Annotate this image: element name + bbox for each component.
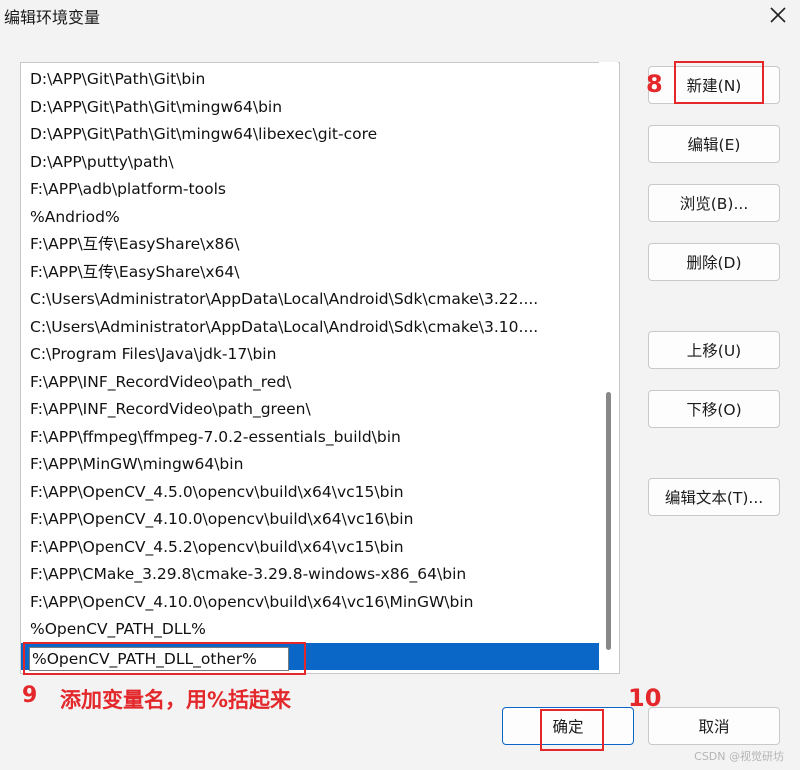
- list-item[interactable]: F:\APP\MinGW\mingw64\bin: [21, 451, 599, 478]
- close-icon[interactable]: [766, 3, 790, 27]
- window-title: 编辑环境变量: [4, 8, 101, 27]
- annotation-box-edit: [23, 642, 306, 675]
- annotation-box-new: [674, 61, 764, 104]
- edit-text-button[interactable]: 编辑文本(T)...: [648, 478, 780, 516]
- list-item[interactable]: C:\Users\Administrator\AppData\Local\And…: [21, 314, 599, 341]
- list-item[interactable]: F:\APP\互传\EasyShare\x64\: [21, 259, 599, 286]
- list-item[interactable]: F:\APP\ffmpeg\ffmpeg-7.0.2-essentials_bu…: [21, 424, 599, 451]
- scrollbar-thumb[interactable]: [606, 392, 611, 650]
- delete-button[interactable]: 删除(D): [648, 243, 780, 281]
- cancel-button[interactable]: 取消: [648, 707, 780, 745]
- list-item[interactable]: F:\APP\INF_RecordVideo\path_red\: [21, 369, 599, 396]
- list-item[interactable]: F:\APP\OpenCV_4.5.0\opencv\build\x64\vc1…: [21, 479, 599, 506]
- path-listbox[interactable]: D:\APP\Git\Path\Git\bin D:\APP\Git\Path\G…: [20, 62, 620, 674]
- list-item[interactable]: %Andriod%: [21, 204, 599, 231]
- browse-button[interactable]: 浏览(B)...: [648, 184, 780, 222]
- list-item[interactable]: F:\APP\互传\EasyShare\x86\: [21, 231, 599, 258]
- list-item[interactable]: F:\APP\OpenCV_4.5.2\opencv\build\x64\vc1…: [21, 534, 599, 561]
- title-bar: 编辑环境变量: [0, 0, 800, 34]
- move-down-button[interactable]: 下移(O): [648, 390, 780, 428]
- annotation-box-ok: [540, 709, 604, 751]
- annotation-step-9-text: 添加变量名，用%括起来: [60, 688, 292, 712]
- list-item[interactable]: F:\APP\CMake_3.29.8\cmake-3.29.8-windows…: [21, 561, 599, 588]
- list-item[interactable]: F:\APP\INF_RecordVideo\path_green\: [21, 396, 599, 423]
- list-item[interactable]: C:\Users\Administrator\AppData\Local\And…: [21, 286, 599, 313]
- list-item[interactable]: D:\APP\Git\Path\Git\mingw64\bin: [21, 94, 599, 121]
- edit-button[interactable]: 编辑(E): [648, 125, 780, 163]
- annotation-step-10: 10: [628, 684, 662, 712]
- list-item[interactable]: F:\APP\OpenCV_4.10.0\opencv\build\x64\vc…: [21, 589, 599, 616]
- list-item[interactable]: D:\APP\Git\Path\Git\mingw64\libexec\git-…: [21, 121, 599, 148]
- list-item[interactable]: D:\APP\putty\path\: [21, 149, 599, 176]
- list-item[interactable]: %OpenCV_PATH_DLL%: [21, 616, 599, 643]
- list-item[interactable]: F:\APP\adb\platform-tools: [21, 176, 599, 203]
- move-up-button[interactable]: 上移(U): [648, 331, 780, 369]
- list-item[interactable]: F:\APP\OpenCV_4.10.0\opencv\build\x64\vc…: [21, 506, 599, 533]
- annotation-step-8: 8: [646, 70, 663, 98]
- list-item[interactable]: C:\Program Files\Java\jdk-17\bin: [21, 341, 599, 368]
- list-item[interactable]: D:\APP\Git\Path\Git\bin: [21, 66, 599, 93]
- scrollbar[interactable]: [599, 62, 618, 672]
- annotation-step-9: 9: [22, 683, 38, 708]
- watermark: CSDN @视觉研坊: [694, 750, 784, 763]
